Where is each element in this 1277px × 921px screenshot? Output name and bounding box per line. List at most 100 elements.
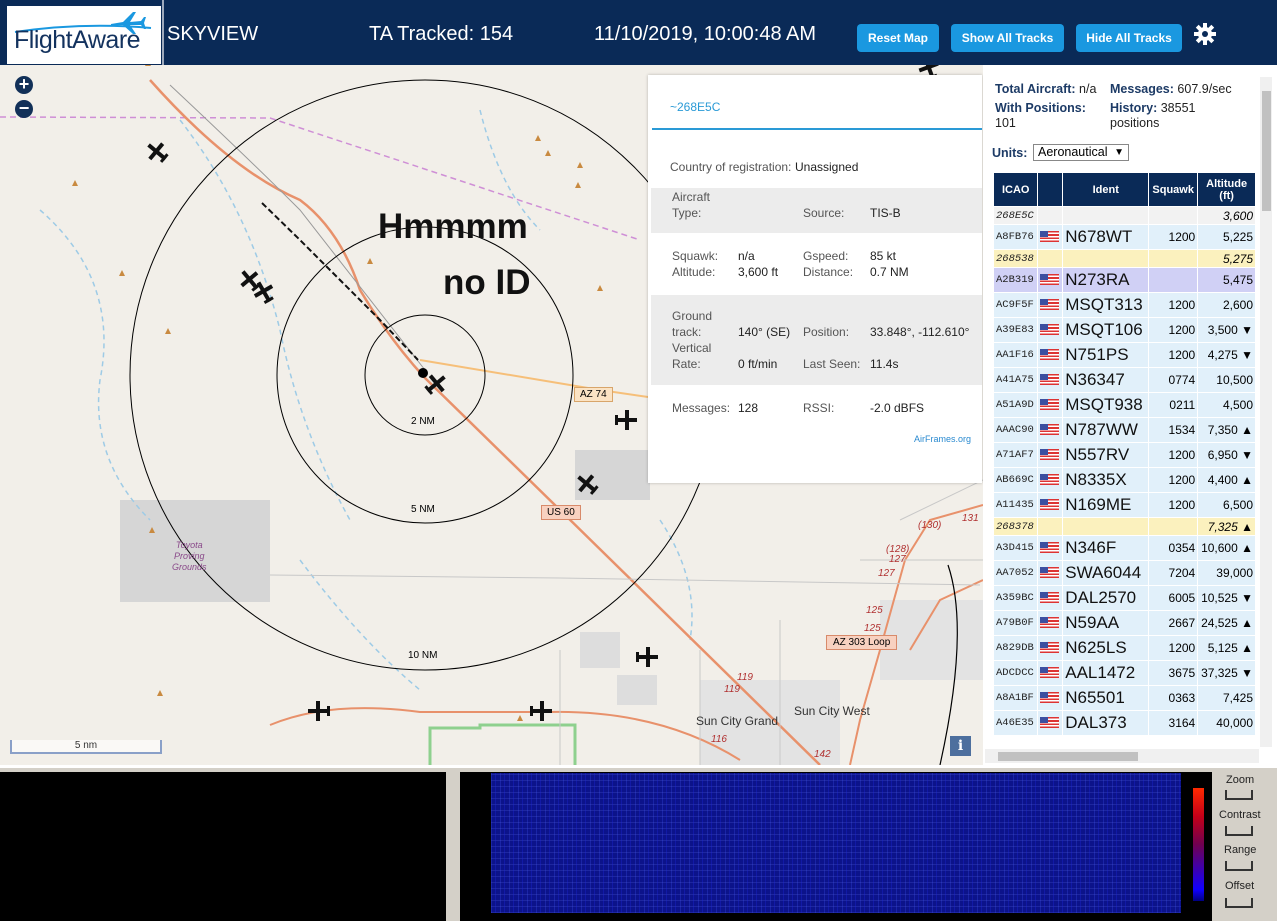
road-label-az74: AZ 74 <box>574 387 613 402</box>
us-flag-icon <box>1040 717 1060 729</box>
waterfall-color-scale <box>1193 788 1204 901</box>
altitude-cell: 5,275 <box>1198 250 1255 267</box>
ident-cell: N169ME <box>1063 493 1149 517</box>
aircraft-row[interactable]: 268538 5,275 <box>994 250 1255 267</box>
ground-track-label: Ground <box>672 309 713 323</box>
aircraft-row[interactable]: 268E5C 3,600 <box>994 207 1255 224</box>
vertical-rate-label: Vertical <box>672 341 712 355</box>
offset-slider[interactable] <box>1225 898 1253 908</box>
aircraft-row[interactable]: ADCDCC AAL1472 3675 37,325 ▼ <box>994 661 1255 685</box>
reset-map-button[interactable]: Reset Map <box>857 24 939 52</box>
with-positions-value: 101 <box>995 116 1016 130</box>
dropdown-arrow-icon: ▼ <box>1114 147 1124 158</box>
flag-cell <box>1038 293 1063 317</box>
aircraft-row[interactable]: A51A9D MSQT938 0211 4,500 <box>994 393 1255 417</box>
aircraft-row[interactable]: A39E83 MSQT106 1200 3,500 ▼ <box>994 318 1255 342</box>
aircraft-row[interactable]: A359BC DAL2570 6005 10,525 ▼ <box>994 586 1255 610</box>
units-select[interactable]: Aeronautical ▼ <box>1033 144 1129 161</box>
ident-cell: N751PS <box>1063 343 1149 367</box>
aircraft-row[interactable]: A8FB76 N678WT 1200 5,225 <box>994 225 1255 249</box>
icao-cell: A46E35 <box>994 711 1038 735</box>
icao-cell: AB669C <box>994 468 1038 492</box>
ident-cell: N346F <box>1063 536 1149 560</box>
zoom-in-button[interactable]: + <box>15 75 33 94</box>
vertical-scroll-thumb[interactable] <box>1262 91 1271 211</box>
place-sun-city-grand: Sun City Grand <box>696 714 779 728</box>
flag-cell <box>1038 443 1063 467</box>
total-aircraft-label: Total Aircraft: <box>995 82 1076 96</box>
range-slider[interactable] <box>1225 861 1253 871</box>
zoom-out-button[interactable]: − <box>15 99 33 118</box>
aircraft-row[interactable]: A8A1BF N65501 0363 7,425 <box>994 686 1255 710</box>
ident-cell <box>1063 250 1149 267</box>
last-seen-label: Last Seen: <box>803 357 861 371</box>
table-vertical-scrollbar[interactable] <box>1260 77 1272 747</box>
aircraft-row[interactable]: A2B319 N273RA 5,475 <box>994 268 1255 292</box>
col-ident[interactable]: Ident <box>1063 173 1149 206</box>
table-horizontal-scrollbar[interactable] <box>985 749 1259 763</box>
squawk-cell: 3675 <box>1149 661 1198 685</box>
flag-cell <box>1038 536 1063 560</box>
icao-cell: AAAC90 <box>994 418 1038 442</box>
col-altitude[interactable]: Altitude (ft) <box>1198 173 1255 206</box>
altitude-cell: 7,425 <box>1198 686 1255 710</box>
aircraft-list-panel: Total Aircraft: n/a Messages: 607.9/sec … <box>983 65 1277 768</box>
gear-icon[interactable] <box>1193 22 1217 46</box>
aircraft-row[interactable]: A41A75 N36347 0774 10,500 <box>994 368 1255 392</box>
contrast-slider[interactable] <box>1225 826 1253 836</box>
altitude-cell: 4,275 ▼ <box>1198 343 1255 367</box>
aircraft-row[interactable]: AAAC90 N787WW 1534 7,350 ▲ <box>994 418 1255 442</box>
flag-cell <box>1038 343 1063 367</box>
squawk-cell: 1200 <box>1149 225 1198 249</box>
squawk-cell: 7204 <box>1149 561 1198 585</box>
horizontal-scroll-thumb[interactable] <box>998 752 1138 761</box>
ring-label-2nm: 2 NM <box>411 416 435 427</box>
messages-value: 128 <box>738 401 759 415</box>
flag-cell <box>1038 686 1063 710</box>
annotation-no-id: no ID <box>443 263 531 302</box>
squawk-cell: 2667 <box>1149 611 1198 635</box>
zoom-slider[interactable] <box>1225 790 1253 800</box>
hide-all-tracks-button[interactable]: Hide All Tracks <box>1076 24 1182 52</box>
flag-cell <box>1038 225 1063 249</box>
squawk-cell: 0354 <box>1149 536 1198 560</box>
icao-cell: A41A75 <box>994 368 1038 392</box>
route-number: 116 <box>711 734 727 745</box>
spectrum-blank-panel <box>0 772 446 921</box>
scale-bar: 5 nm <box>10 740 162 754</box>
col-squawk[interactable]: Squawk <box>1149 173 1198 206</box>
messages-label: Messages: <box>672 401 731 415</box>
altitude-cell: 40,000 <box>1198 711 1255 735</box>
show-all-tracks-button[interactable]: Show All Tracks <box>951 24 1064 52</box>
aircraft-row[interactable]: A79B0F N59AA 2667 24,525 ▲ <box>994 611 1255 635</box>
squawk-cell: 1200 <box>1149 318 1198 342</box>
icao-cell: 268E5C <box>994 207 1038 224</box>
col-icao[interactable]: ICAO <box>994 173 1038 206</box>
aircraft-row[interactable]: AC9F5F MSQT313 1200 2,600 <box>994 293 1255 317</box>
annotation-hmmmm: Hmmmm <box>378 207 528 246</box>
altitude-cell: 10,600 ▲ <box>1198 536 1255 560</box>
icao-cell: A359BC <box>994 586 1038 610</box>
aircraft-row[interactable]: AB669C N8335X 1200 4,400 ▲ <box>994 468 1255 492</box>
aircraft-row[interactable]: A3D415 N346F 0354 10,600 ▲ <box>994 536 1255 560</box>
airframes-link[interactable]: AirFrames.org <box>914 434 971 444</box>
aircraft-row[interactable]: 268378 7,325 ▲ <box>994 518 1255 535</box>
flag-cell <box>1038 418 1063 442</box>
aircraft-row[interactable]: A11435 N169ME 1200 6,500 <box>994 493 1255 517</box>
aircraft-row[interactable]: A829DB N625LS 1200 5,125 ▲ <box>994 636 1255 660</box>
aircraft-row[interactable]: AA1F16 N751PS 1200 4,275 ▼ <box>994 343 1255 367</box>
icao-cell: A8FB76 <box>994 225 1038 249</box>
aircraft-row[interactable]: A46E35 DAL373 3164 40,000 <box>994 711 1255 735</box>
altitude-cell: 2,600 <box>1198 293 1255 317</box>
info-button[interactable]: i <box>950 736 971 756</box>
col-flag[interactable] <box>1038 173 1063 206</box>
road-label-az303: AZ 303 Loop <box>826 635 898 650</box>
icao-cell: A2B319 <box>994 268 1038 292</box>
altitude-cell: 4,500 <box>1198 393 1255 417</box>
squawk-cell: 1200 <box>1149 443 1198 467</box>
popup-hex[interactable]: ~268E5C <box>670 100 720 114</box>
aircraft-row[interactable]: AA7052 SWA6044 7204 39,000 <box>994 561 1255 585</box>
aircraft-row[interactable]: A71AF7 N557RV 1200 6,950 ▼ <box>994 443 1255 467</box>
waterfall-display[interactable] <box>491 773 1181 913</box>
icao-cell: AC9F5F <box>994 293 1038 317</box>
